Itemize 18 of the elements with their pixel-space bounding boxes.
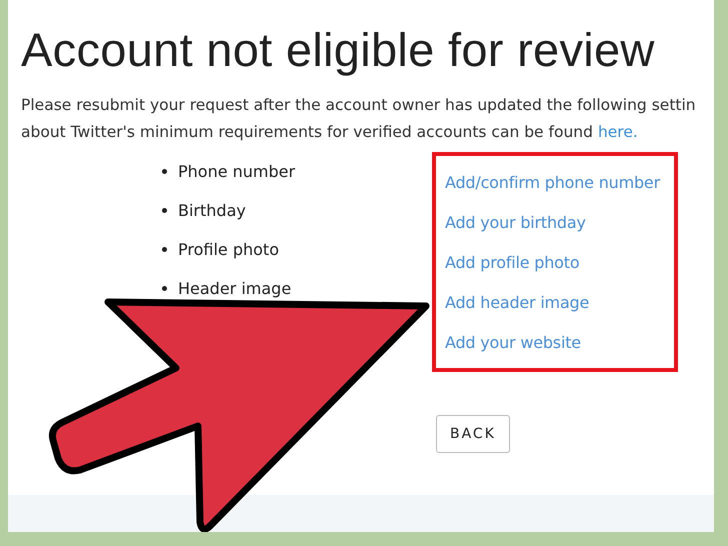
requirement-label: Phone number (178, 162, 296, 181)
back-button[interactable]: BACK (436, 415, 510, 453)
action-link[interactable]: Add your birthday (445, 202, 586, 242)
page-title: Account not eligible for review (21, 22, 656, 77)
bullet-icon (162, 169, 167, 174)
bullet-icon (162, 286, 167, 291)
bullet-icon (162, 208, 167, 213)
intro-text: about Twitter's minimum requirements for verified accounts can be found (21, 122, 593, 143)
action-link[interactable]: Add profile photo (445, 242, 580, 282)
action-link[interactable]: Add your website (445, 322, 581, 362)
here-link[interactable]: here. (598, 122, 638, 143)
requirement-label: Header image (178, 279, 292, 298)
action-link[interactable]: Add/confirm phone number (445, 162, 660, 202)
requirement-label: Profile photo (178, 240, 279, 259)
intro-text: Please resubmit your request after the account owner has updated the following settin (21, 95, 697, 116)
requirement-label: Birthday (178, 201, 246, 220)
action-link[interactable]: Add header image (445, 282, 590, 322)
bullet-icon (162, 247, 167, 252)
